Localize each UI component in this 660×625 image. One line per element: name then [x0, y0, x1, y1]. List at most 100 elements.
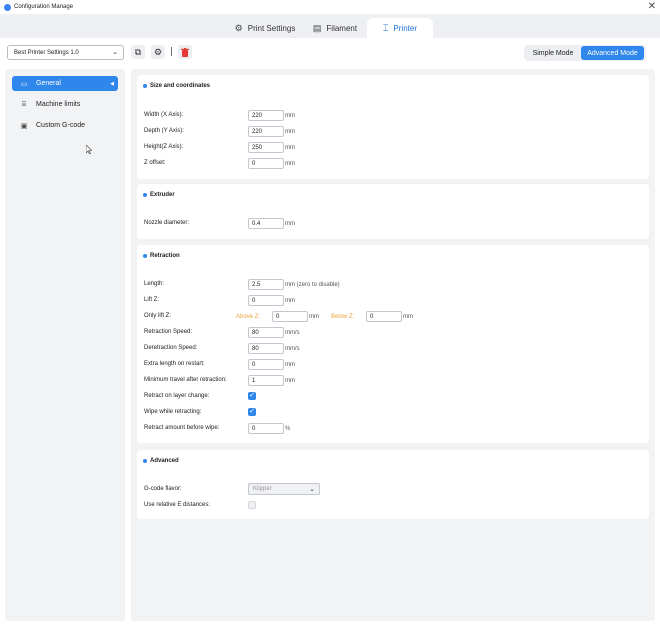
- below-z-label: Below Z:: [331, 313, 355, 320]
- depth-input[interactable]: 220: [248, 126, 284, 137]
- preset-value: Best Printer Settings 1.0: [14, 49, 79, 56]
- wipe-retracting-label: Wipe while retracting:: [144, 409, 202, 415]
- section-advanced: Advanced G-code flavor: Klipper ⌄ Use re…: [137, 450, 649, 519]
- height-unit: mm: [285, 144, 295, 151]
- zoffset-unit: mm: [285, 160, 295, 167]
- main-area: ▭ General ◀ ⌸ Machine limits ▣ Custom G-…: [0, 68, 660, 625]
- min-travel-input[interactable]: 1: [248, 375, 284, 386]
- section-dot-icon: [143, 459, 147, 463]
- gcode-flavor-select[interactable]: Klipper ⌄: [248, 483, 320, 495]
- retract-layer-change-label: Retract on layer change:: [144, 393, 210, 399]
- relative-e-checkbox[interactable]: [248, 501, 256, 509]
- advanced-mode-button[interactable]: Advanced Mode: [581, 46, 644, 60]
- height-input[interactable]: 250: [248, 142, 284, 153]
- wipe-retracting-checkbox[interactable]: ✓: [248, 408, 256, 416]
- settings-content: Size and coordinates Width (X Axis): 220…: [131, 69, 655, 621]
- section-title: Size and coordinates: [143, 83, 210, 89]
- section-extruder: Extruder Nozzle diameter: 0.4 mm: [137, 184, 649, 239]
- gear-icon: ⚙: [153, 46, 163, 57]
- general-icon: ▭: [20, 80, 28, 88]
- delete-preset-button[interactable]: [178, 45, 192, 59]
- tab-label: Print Settings: [247, 23, 296, 33]
- mode-toggle: Simple Mode Advanced Mode: [524, 45, 646, 61]
- deretraction-speed-input[interactable]: 80: [248, 343, 284, 354]
- section-title: Advanced: [143, 458, 179, 464]
- length-input[interactable]: 2.5: [248, 279, 284, 290]
- retract-before-wipe-unit: %: [285, 425, 291, 432]
- height-label: Height(Z Axis):: [144, 144, 184, 150]
- app-icon: [4, 3, 11, 11]
- title-bar: Configuration Manage ✕: [0, 0, 660, 14]
- liftz-label: Lift Z:: [144, 297, 160, 303]
- gcode-icon: ▣: [20, 122, 28, 130]
- section-size-coordinates: Size and coordinates Width (X Axis): 220…: [137, 75, 649, 179]
- trash-icon: [181, 47, 189, 57]
- tab-filament[interactable]: ▤ Filament: [310, 18, 360, 38]
- sidebar-item-label: Machine limits: [36, 101, 81, 108]
- sidebar-item-general[interactable]: ▭ General ◀: [12, 76, 118, 91]
- section-title-text: Retraction: [150, 253, 180, 259]
- chevron-down-icon: ⌄: [309, 486, 315, 493]
- window-title: Configuration Manage: [14, 4, 74, 10]
- min-travel-label: Minimum travel after retraction:: [144, 377, 227, 383]
- width-unit: mm: [285, 112, 295, 119]
- nozzle-input[interactable]: 0.4: [248, 218, 284, 229]
- simple-mode-button[interactable]: Simple Mode: [526, 46, 580, 60]
- preset-settings-button[interactable]: ⚙: [151, 45, 165, 59]
- section-dot-icon: [143, 84, 147, 88]
- machine-limits-icon: ⌸: [21, 100, 27, 108]
- copy-preset-button[interactable]: ⧉: [131, 45, 145, 59]
- caret-icon: ◀: [110, 80, 114, 87]
- section-title: Retraction: [143, 253, 180, 259]
- section-title-text: Advanced: [150, 458, 179, 464]
- gear-icon: ⚙: [234, 22, 243, 33]
- section-retraction: Retraction Length: 2.5 mm (zero to disab…: [137, 245, 649, 443]
- sidebar-item-custom-gcode[interactable]: ▣ Custom G-code: [12, 118, 118, 133]
- section-dot-icon: [143, 254, 147, 258]
- length-label: Length:: [144, 281, 165, 287]
- deretraction-speed-unit: mm/s: [285, 345, 300, 352]
- tab-strip: ⚙ Print Settings ▤ Filament ⌶ Printer: [0, 14, 660, 38]
- tab-label: Filament: [326, 23, 358, 33]
- extra-length-input[interactable]: 0: [248, 359, 284, 370]
- above-z-unit: mm: [309, 313, 319, 320]
- retract-before-wipe-label: Retract amount before wipe:: [144, 425, 220, 431]
- zoffset-label: Z offset:: [144, 160, 166, 166]
- toolbar-divider: [171, 47, 172, 56]
- width-input[interactable]: 220: [248, 110, 284, 121]
- filament-icon: ▤: [312, 22, 322, 33]
- retraction-speed-input[interactable]: 80: [248, 327, 284, 338]
- printer-preset-select[interactable]: Best Printer Settings 1.0 ⌄: [7, 45, 124, 60]
- retract-before-wipe-input[interactable]: 0: [248, 423, 284, 434]
- min-travel-unit: mm: [285, 377, 295, 384]
- tab-print-settings[interactable]: ⚙ Print Settings: [230, 18, 300, 38]
- sidebar: ▭ General ◀ ⌸ Machine limits ▣ Custom G-…: [5, 69, 125, 621]
- tab-printer[interactable]: ⌶ Printer: [367, 18, 433, 38]
- section-dot-icon: [143, 193, 147, 197]
- gcode-flavor-label: G-code flavor:: [144, 486, 182, 492]
- sidebar-item-machine-limits[interactable]: ⌸ Machine limits: [12, 97, 118, 112]
- below-z-input[interactable]: 0: [366, 311, 402, 322]
- section-title-text: Extruder: [150, 192, 175, 198]
- sidebar-item-label: General: [36, 80, 61, 87]
- close-window-button[interactable]: ✕: [648, 1, 656, 13]
- liftz-unit: mm: [285, 297, 295, 304]
- retract-layer-change-checkbox[interactable]: ✓: [248, 392, 256, 400]
- chevron-down-icon: ⌄: [112, 49, 118, 56]
- only-lift-z-label: Only lift Z:: [144, 313, 172, 319]
- above-z-input[interactable]: 0: [272, 311, 308, 322]
- liftz-input[interactable]: 0: [248, 295, 284, 306]
- depth-unit: mm: [285, 128, 295, 135]
- toolbar: Best Printer Settings 1.0 ⌄ ⧉ ⚙ Simple M…: [0, 38, 660, 68]
- length-unit: mm (zero to disable): [285, 281, 340, 288]
- extra-length-unit: mm: [285, 361, 295, 368]
- tab-label: Printer: [393, 23, 417, 33]
- printer-icon: ⌶: [383, 22, 389, 33]
- retraction-speed-unit: mm/s: [285, 329, 300, 336]
- depth-label: Depth (Y Axis):: [144, 128, 184, 134]
- relative-e-label: Use relative E distances:: [144, 502, 211, 508]
- mouse-cursor-icon: [86, 145, 92, 154]
- zoffset-input[interactable]: 0: [248, 158, 284, 169]
- deretraction-speed-label: Deretraction Speed:: [144, 345, 198, 351]
- copy-icon: ⧉: [134, 46, 142, 57]
